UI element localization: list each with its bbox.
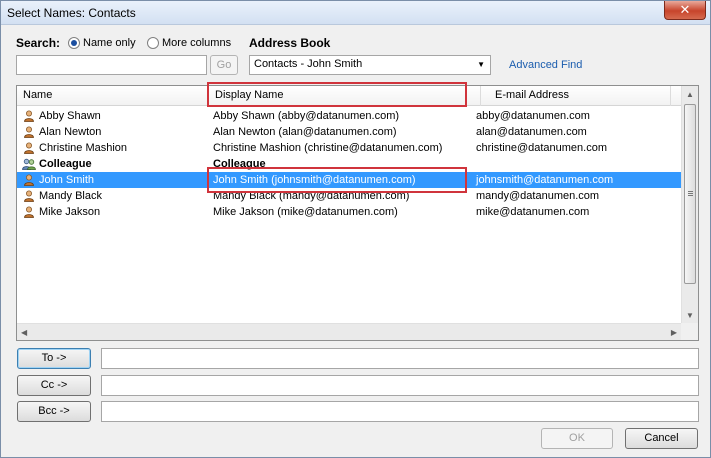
cc-button[interactable]: Cc ->	[17, 375, 91, 396]
scroll-left-arrow-icon[interactable]: ◀	[21, 328, 27, 337]
list-item[interactable]: Colleague Colleague	[17, 156, 681, 172]
cc-field[interactable]	[101, 375, 699, 396]
advanced-find-link[interactable]: Advanced Find	[509, 59, 582, 71]
contact-email: johnsmith@datanumen.com	[476, 174, 614, 186]
address-book-select[interactable]: Contacts - John Smith ▼	[249, 55, 491, 75]
contact-display-name: Abby Shawn (abby@datanumen.com)	[213, 110, 400, 122]
vertical-scrollbar[interactable]: ▲ ▼	[681, 86, 698, 324]
address-book-label: Address Book	[249, 36, 331, 50]
ok-button[interactable]: OK	[541, 428, 613, 449]
person-icon	[24, 126, 34, 138]
contact-email: mike@datanumen.com	[476, 206, 590, 218]
scroll-down-arrow-icon[interactable]: ▼	[686, 311, 694, 320]
contact-email: alan@datanumen.com	[476, 126, 587, 138]
column-header-name[interactable]: Name	[17, 86, 209, 106]
contact-name: Mandy Black	[39, 190, 102, 202]
list-header: Name Display Name E-mail Address	[17, 86, 681, 106]
contact-display-name: Alan Newton (alan@datanumen.com)	[213, 126, 397, 138]
address-book-value: Contacts - John Smith	[254, 58, 363, 70]
contact-name: Abby Shawn	[39, 110, 101, 122]
list-item[interactable]: Abby Shawn Abby Shawn (abby@datanumen.co…	[17, 108, 681, 124]
bcc-field[interactable]	[101, 401, 699, 422]
person-icon	[24, 190, 34, 202]
go-button[interactable]: Go	[210, 55, 238, 75]
column-header-display-name[interactable]: Display Name	[209, 86, 481, 106]
contact-display-name: John Smith (johnsmith@datanumen.com)	[213, 174, 416, 186]
grip-icon	[688, 193, 693, 194]
list-item[interactable]: Mike Jakson Mike Jakson (mike@datanumen.…	[17, 204, 681, 220]
group-icon	[22, 158, 36, 170]
to-field[interactable]	[101, 348, 699, 369]
scrollbar-corner	[681, 323, 698, 340]
horizontal-scrollbar[interactable]: ◀ ▶	[17, 323, 681, 340]
close-button[interactable]: ✕	[664, 1, 706, 20]
more-columns-label: More columns	[162, 37, 232, 49]
name-only-radio[interactable]	[68, 37, 80, 49]
bcc-button[interactable]: Bcc ->	[17, 401, 91, 422]
person-icon	[24, 174, 34, 186]
contact-name: Christine Mashion	[39, 142, 128, 154]
name-only-label: Name only	[83, 37, 136, 49]
contact-name: Mike Jakson	[39, 206, 101, 218]
list-item[interactable]: Mandy Black Mandy Black (mandy@datanumen…	[17, 188, 681, 204]
contact-display-name: Mandy Black (mandy@datanumen.com)	[213, 190, 410, 202]
contacts-list[interactable]: Name Display Name E-mail Address Abby Sh…	[16, 85, 699, 341]
person-icon	[24, 142, 34, 154]
contact-display-name: Christine Mashion (christine@datanumen.c…	[213, 142, 443, 154]
grip-icon	[688, 195, 693, 196]
list-item[interactable]: Christine Mashion Christine Mashion (chr…	[17, 140, 681, 156]
person-icon	[24, 206, 34, 218]
contact-email: abby@datanumen.com	[476, 110, 590, 122]
scroll-up-arrow-icon[interactable]: ▲	[686, 90, 694, 99]
scroll-right-arrow-icon[interactable]: ▶	[671, 328, 677, 337]
contact-display-name: Mike Jakson (mike@datanumen.com)	[213, 206, 398, 218]
list-item-selected[interactable]: John Smith John Smith (johnsmith@datanum…	[17, 172, 681, 188]
contact-name: Alan Newton	[39, 126, 102, 138]
list-item[interactable]: Alan Newton Alan Newton (alan@datanumen.…	[17, 124, 681, 140]
column-header-email[interactable]: E-mail Address	[481, 86, 671, 106]
contact-email: mandy@datanumen.com	[476, 190, 600, 202]
select-names-dialog: Select Names: Contacts ✕ Search: Name on…	[0, 0, 711, 458]
person-icon	[24, 110, 34, 122]
grip-icon	[688, 191, 693, 192]
scrollbar-thumb[interactable]	[684, 104, 696, 284]
more-columns-radio[interactable]	[147, 37, 159, 49]
to-button[interactable]: To ->	[17, 348, 91, 369]
contact-display-name: Colleague	[213, 158, 266, 170]
contact-email: christine@datanumen.com	[476, 142, 608, 154]
close-icon: ✕	[679, 2, 691, 17]
cancel-button[interactable]: Cancel	[625, 428, 698, 449]
contact-name: John Smith	[39, 174, 95, 186]
search-input[interactable]	[16, 55, 207, 75]
search-label: Search:	[16, 36, 61, 50]
title-bar: Select Names: Contacts ✕	[1, 1, 710, 25]
contact-name: Colleague	[39, 158, 92, 170]
window-title: Select Names: Contacts	[7, 6, 136, 20]
chevron-down-icon: ▼	[477, 60, 485, 69]
